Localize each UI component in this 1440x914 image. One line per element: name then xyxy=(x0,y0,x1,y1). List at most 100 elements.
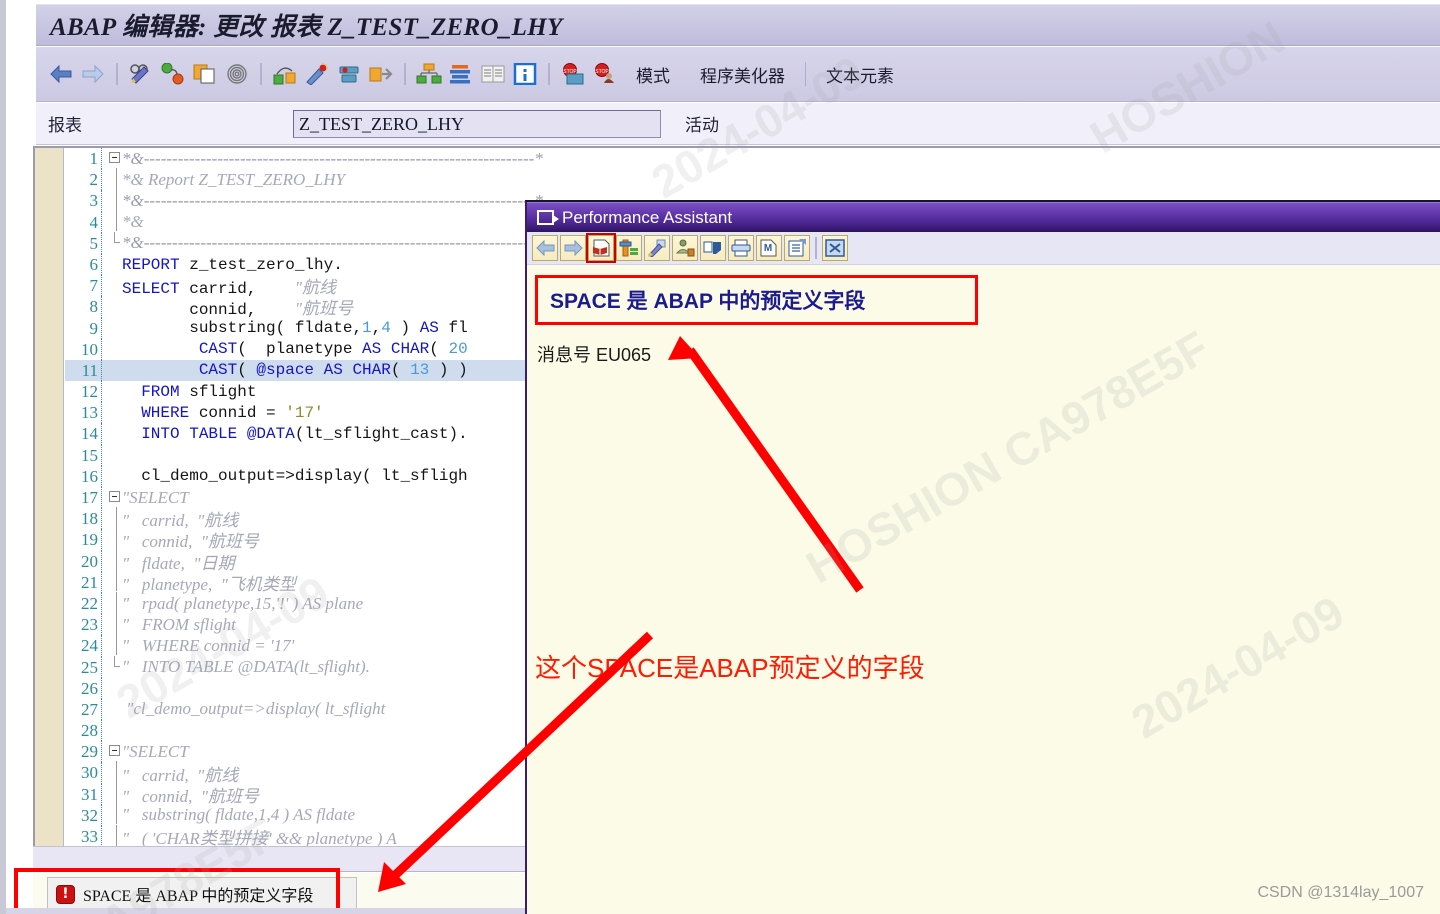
pa-documentation-icon[interactable] xyxy=(586,233,616,263)
line-number: 5 xyxy=(65,232,102,254)
copy-icon[interactable] xyxy=(190,59,220,89)
pa-forward-icon[interactable] xyxy=(560,235,586,261)
line-number: 26 xyxy=(65,677,102,699)
line-number: 23 xyxy=(65,614,102,636)
line-number: 29 xyxy=(65,741,102,763)
line-number: 8 xyxy=(65,296,102,318)
line-number: 14 xyxy=(65,423,102,445)
back-arrow-icon[interactable] xyxy=(46,59,76,89)
other-object-icon[interactable] xyxy=(446,59,476,89)
line-number: 13 xyxy=(65,402,102,424)
line-number: 9 xyxy=(65,317,102,339)
pa-customizing-icon[interactable] xyxy=(644,235,670,261)
pa-toolbar-separator xyxy=(815,237,817,259)
test-icon[interactable] xyxy=(334,59,364,89)
activate-icon[interactable] xyxy=(302,59,332,89)
code-text: "SELECT xyxy=(122,487,189,507)
toolbar-item-text-elements[interactable]: 文本元素 xyxy=(812,62,908,87)
code-text: "cl_demo_output=>display( lt_sflight xyxy=(122,699,386,719)
forward-arrow-icon[interactable] xyxy=(78,59,108,89)
execute-icon[interactable] xyxy=(366,59,396,89)
code-text: CAST( planetype AS CHAR( 20 xyxy=(198,340,468,359)
code-text: *&--------------------------------------… xyxy=(122,233,543,253)
pa-print-icon[interactable] xyxy=(728,235,754,261)
toolbar-item-mode[interactable]: 模式 xyxy=(622,62,684,87)
status-message: ! SPACE 是 ABAP 中的预定义字段 xyxy=(47,877,357,911)
line-number: 10 xyxy=(65,338,102,360)
code-text: CAST( @space AS CHAR( 13 ) ) xyxy=(198,361,468,380)
performance-assistant-dialog[interactable]: Performance Assistant M SPACE 是 ABAP 中的预… xyxy=(525,200,1440,914)
documentation-icon[interactable] xyxy=(478,59,508,89)
line-number: 12 xyxy=(65,381,102,403)
line-number: 1 xyxy=(65,148,102,170)
toolbar-item-pretty-printer[interactable]: 程序美化器 xyxy=(686,62,799,87)
line-number: 7 xyxy=(65,275,102,297)
where-used-icon[interactable] xyxy=(222,59,252,89)
fold-marker-icon[interactable] xyxy=(108,744,120,759)
code-line[interactable]: 2 *& Report Z_TEST_ZERO_LHY xyxy=(65,167,1440,191)
code-text: " FROM sflight xyxy=(122,614,236,634)
code-text: connid, "航班号 xyxy=(122,299,353,320)
csdn-watermark: CSDN @1314lay_1007 xyxy=(1257,884,1424,901)
pa-technical-info-icon[interactable] xyxy=(616,235,642,261)
page-title: ABAP 编辑器: 更改 报表 Z_TEST_ZERO_LHY xyxy=(50,14,563,41)
code-text: *&--------------------------------------… xyxy=(122,148,543,168)
performance-assistant-message-box: SPACE 是 ABAP 中的预定义字段 xyxy=(535,275,978,325)
line-number: 32 xyxy=(65,804,102,826)
code-text: FROM sflight xyxy=(141,382,257,401)
pa-support-icon[interactable] xyxy=(672,235,698,261)
debug-icon[interactable] xyxy=(158,59,188,89)
line-number: 4 xyxy=(65,211,102,233)
fold-marker-icon xyxy=(108,210,120,234)
report-status-label: 活动 xyxy=(685,116,719,135)
pa-find-icon[interactable]: M xyxy=(756,235,782,261)
performance-assistant-message: SPACE 是 ABAP 中的预定义字段 xyxy=(550,290,866,313)
pa-close-icon[interactable] xyxy=(822,235,848,261)
code-text: " connid, "航班号 xyxy=(122,786,260,806)
info-icon[interactable] xyxy=(510,59,540,89)
fold-marker-icon[interactable] xyxy=(108,490,120,505)
pa-back-icon[interactable] xyxy=(532,235,558,261)
editor-gutter xyxy=(35,148,64,846)
line-number: 28 xyxy=(65,720,102,742)
code-text: " WHERE connid = '17' xyxy=(122,635,295,655)
stop-icon[interactable]: STOP xyxy=(590,59,620,89)
dialog-window-icon xyxy=(537,210,559,225)
line-number: 3 xyxy=(65,190,102,212)
stop-debug-icon[interactable]: STOP xyxy=(558,59,588,89)
fold-marker-icon xyxy=(108,232,120,250)
fold-marker-icon xyxy=(108,633,120,658)
check-icon[interactable] xyxy=(270,59,300,89)
performance-assistant-title: Performance Assistant xyxy=(562,207,733,227)
status-message-text: SPACE 是 ABAP 中的预定义字段 xyxy=(83,888,314,905)
performance-assistant-title-bar: Performance Assistant xyxy=(527,202,1440,232)
code-text: substring( fldate,1,4 ) AS fl xyxy=(122,319,468,338)
code-text: *& xyxy=(122,212,144,232)
code-text: "SELECT xyxy=(122,741,189,761)
performance-assistant-message-number: 消息号 EU065 xyxy=(537,345,652,365)
annotation-text: 这个SPACE是ABAP预定义的字段 xyxy=(535,653,925,683)
fold-marker-icon[interactable] xyxy=(108,151,120,166)
code-line[interactable]: 1 *&-------------------------------------… xyxy=(65,148,1440,170)
code-text: INTO TABLE @DATA(lt_sflight_cast). xyxy=(141,425,468,444)
line-number: 18 xyxy=(65,508,102,530)
line-number: 17 xyxy=(65,487,102,509)
line-number: 25 xyxy=(65,656,102,678)
display-change-icon[interactable] xyxy=(126,59,156,89)
fold-marker-icon xyxy=(108,824,120,846)
line-number: 15 xyxy=(65,444,102,466)
report-row: 报表 Z_TEST_ZERO_LHY 活动 xyxy=(36,103,1440,145)
line-number: 30 xyxy=(65,762,102,784)
report-name-input[interactable]: Z_TEST_ZERO_LHY xyxy=(293,109,661,138)
line-number: 31 xyxy=(65,783,102,805)
code-text: " substring( fldate,1,4 ) AS fldate xyxy=(122,805,356,825)
pa-copy-icon[interactable] xyxy=(784,235,810,261)
fold-marker-icon xyxy=(108,656,120,674)
object-navigator-icon[interactable] xyxy=(414,59,444,89)
pa-note-icon[interactable] xyxy=(700,235,726,261)
code-text: " planetype, "飞机类型 xyxy=(122,574,296,594)
code-text: REPORT z_test_zero_lhy. xyxy=(122,255,343,274)
toolbar-separator xyxy=(805,62,806,86)
code-text: *&--------------------------------------… xyxy=(122,190,543,210)
toolbar-separator xyxy=(548,63,550,85)
